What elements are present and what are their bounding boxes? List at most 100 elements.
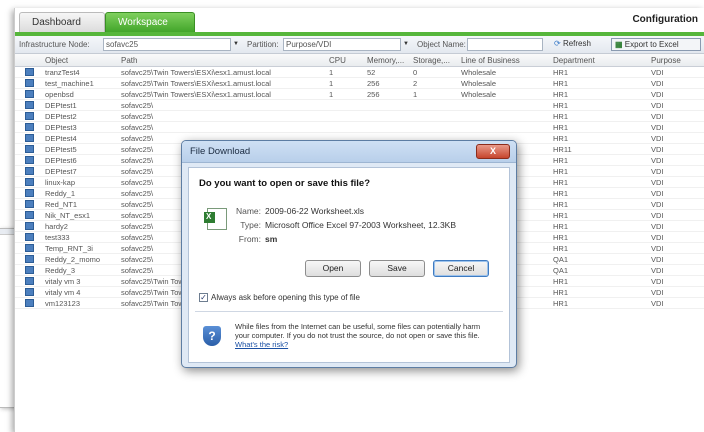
vm-icon	[25, 134, 34, 142]
configuration-link[interactable]: Configuration	[632, 14, 698, 25]
dialog-separator	[195, 311, 503, 312]
vm-icon	[25, 101, 34, 109]
table-cell: DEPtest2	[45, 112, 77, 121]
partition-label: Partition:	[247, 40, 279, 49]
table-cell: sofavc25\	[121, 101, 154, 110]
table-cell: HR1	[553, 233, 569, 242]
table-cell: VDI	[651, 288, 664, 297]
excel-icon: ▦	[615, 40, 623, 49]
column-header[interactable]: Storage,...	[413, 56, 450, 65]
checkmark-icon[interactable]: ✓	[199, 293, 208, 303]
table-cell: HR1	[553, 277, 569, 286]
chevron-down-icon[interactable]: ▼	[231, 38, 241, 51]
table-cell: hardy2	[45, 222, 68, 231]
vm-icon	[25, 189, 34, 197]
table-cell: HR1	[553, 299, 569, 308]
table-cell: VDI	[651, 211, 664, 220]
partition-select[interactable]: Purpose/VDI	[283, 38, 401, 51]
table-cell: 2	[413, 79, 418, 88]
table-cell: HR1	[553, 211, 569, 220]
close-button[interactable]: X	[476, 144, 510, 159]
table-cell: sofavc25\Twin Towers\ESXi\esx1.amust.loc…	[121, 68, 271, 77]
refresh-label: Refresh	[562, 39, 591, 48]
table-cell: HR1	[553, 123, 569, 132]
table-cell: Red_NT1	[45, 200, 78, 209]
vm-icon	[25, 68, 34, 76]
table-cell: 1	[329, 79, 334, 88]
column-header[interactable]: Department	[553, 56, 595, 65]
file-type-row: Type: Microsoft Office Excel 97-2003 Work…	[209, 220, 456, 230]
table-row[interactable]: openbsd sofavc25\Twin Towers\ESXi\esx1.am…	[15, 89, 704, 100]
table-cell: HR1	[553, 244, 569, 253]
chevron-down-icon[interactable]: ▼	[401, 38, 411, 51]
table-cell: DEPtest4	[45, 134, 77, 143]
vm-icon	[25, 277, 34, 285]
table-cell: VDI	[651, 167, 664, 176]
column-header[interactable]: Object	[45, 56, 68, 65]
always-ask-checkbox[interactable]: ✓ Always ask before opening this type of …	[199, 293, 360, 303]
column-header[interactable]: Line of Business	[461, 56, 520, 65]
save-button[interactable]: Save	[369, 260, 425, 277]
vm-icon	[25, 266, 34, 274]
risk-link[interactable]: What's the risk?	[235, 340, 288, 349]
table-cell: Nik_NT_esx1	[45, 211, 91, 220]
table-cell: HR1	[553, 200, 569, 209]
refresh-button[interactable]: ⟳ Refresh	[551, 38, 594, 51]
table-row[interactable]: test_machine1 sofavc25\Twin Towers\ESXi\e…	[15, 78, 704, 89]
type-label: Type:	[240, 220, 261, 230]
object-name-input[interactable]	[467, 38, 543, 51]
vm-icon	[25, 288, 34, 296]
table-cell: VDI	[651, 145, 664, 154]
table-cell: HR1	[553, 222, 569, 231]
table-cell: Reddy_1	[45, 189, 76, 198]
table-row[interactable]: DEPtest3 sofavc25\ HR1 VDI	[15, 122, 704, 133]
table-cell: tranzTest4	[45, 68, 80, 77]
infra-node-select[interactable]: sofavc25	[103, 38, 231, 51]
table-cell: VDI	[651, 79, 664, 88]
name-label: Name:	[235, 206, 261, 216]
vm-icon	[25, 211, 34, 219]
table-cell: DEPtest5	[45, 145, 77, 154]
file-name-row: Name: 2009-06-22 Worksheet.xls	[209, 206, 364, 216]
table-cell: HR1	[553, 178, 569, 187]
column-header[interactable]: Path	[121, 56, 137, 65]
table-cell: VDI	[651, 266, 664, 275]
vm-icon	[25, 255, 34, 263]
dialog-title-bar[interactable]: File Download X	[182, 141, 516, 163]
table-row[interactable]: DEPtest1 sofavc25\ HR1 VDI	[15, 100, 704, 111]
open-button[interactable]: Open	[305, 260, 361, 277]
cancel-button[interactable]: Cancel	[433, 260, 489, 277]
table-cell: VDI	[651, 156, 664, 165]
table-cell: VDI	[651, 123, 664, 132]
table-cell: Reddy_3	[45, 266, 76, 275]
tab-dashboard[interactable]: Dashboard	[19, 12, 105, 32]
table-cell: Wholesale	[461, 68, 497, 77]
table-cell: VDI	[651, 112, 664, 121]
vm-icon	[25, 112, 34, 120]
table-cell: 256	[367, 90, 380, 99]
table-cell: QA1	[553, 255, 569, 264]
column-header[interactable]: Purpose	[651, 56, 681, 65]
table-cell: vm123123	[45, 299, 81, 308]
vm-icon	[25, 167, 34, 175]
table-cell: sofavc25\	[121, 112, 154, 121]
table-cell: openbsd	[45, 90, 74, 99]
object-name-label: Object Name:	[417, 40, 466, 49]
table-row[interactable]: DEPtest2 sofavc25\ HR1 VDI	[15, 111, 704, 122]
column-header[interactable]: CPU	[329, 56, 346, 65]
table-cell: 1	[329, 90, 334, 99]
table-cell: test333	[45, 233, 70, 242]
export-excel-button[interactable]: ▦ Export to Excel	[611, 38, 701, 51]
vm-icon	[25, 145, 34, 153]
vm-icon	[25, 90, 34, 98]
table-cell: VDI	[651, 222, 664, 231]
table-cell: 256	[367, 79, 380, 88]
table-cell: VDI	[651, 189, 664, 198]
dialog-question: Do you want to open or save this file?	[199, 178, 371, 189]
tab-workspace[interactable]: Workspace	[105, 12, 195, 32]
table-row[interactable]: tranzTest4 sofavc25\Twin Towers\ESXi\esx1…	[15, 67, 704, 78]
column-header[interactable]: Memory,...	[367, 56, 404, 65]
table-cell: HR1	[553, 68, 569, 77]
table-cell: HR11	[553, 145, 572, 154]
table-cell: VDI	[651, 200, 664, 209]
